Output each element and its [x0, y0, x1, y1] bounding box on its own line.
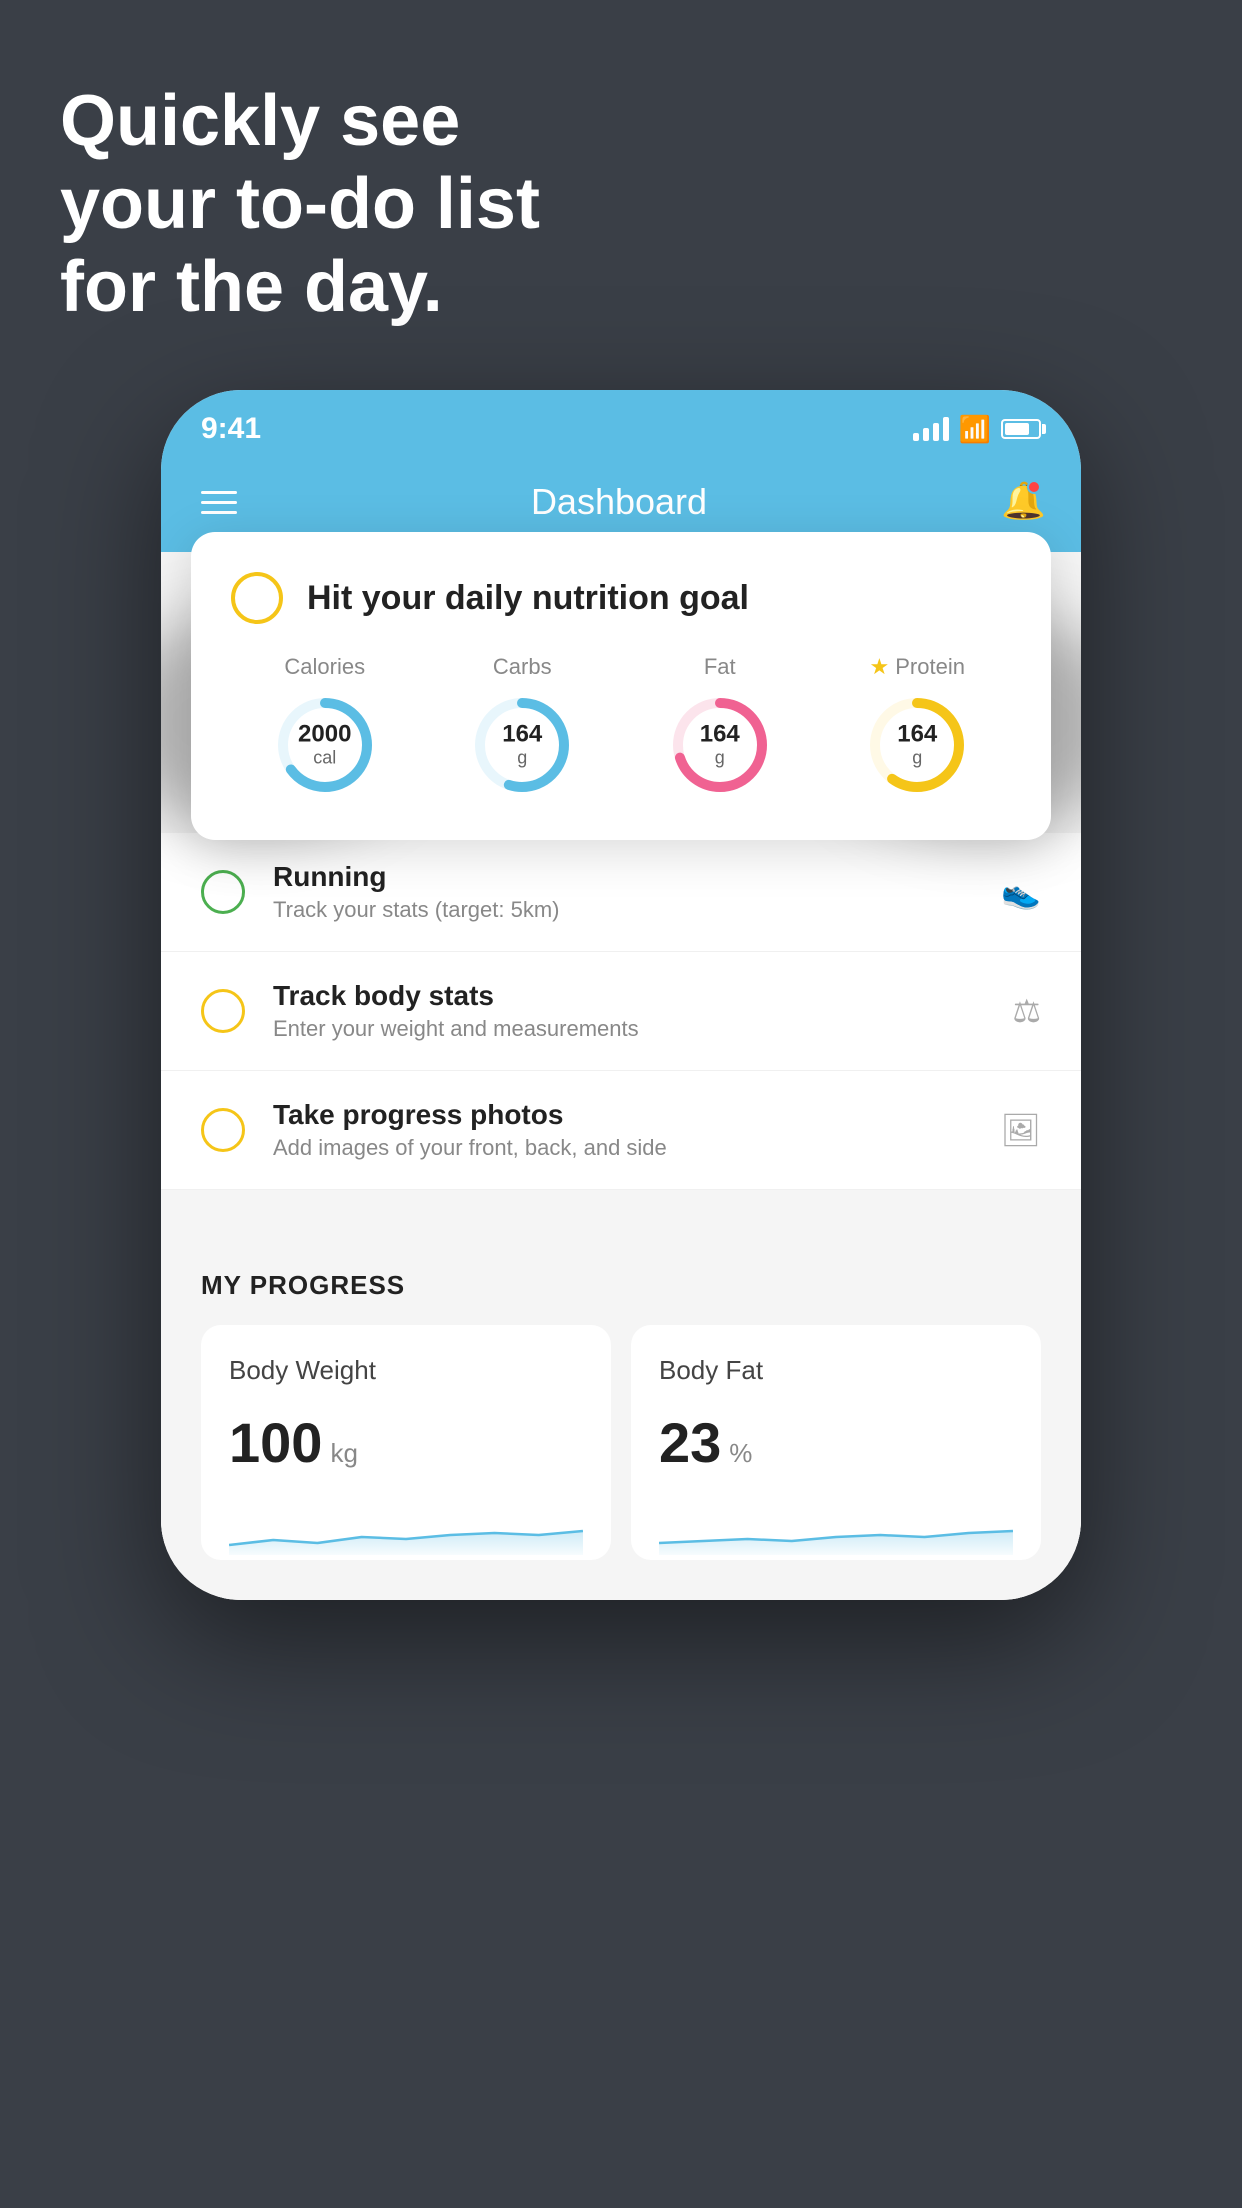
card-check-circle[interactable]: [231, 572, 283, 624]
star-icon: ★: [870, 654, 890, 680]
menu-button[interactable]: [201, 491, 237, 514]
card-header: Hit your daily nutrition goal: [231, 572, 1011, 624]
nav-title: Dashboard: [531, 481, 707, 523]
todo-subtitle-running: Track your stats (target: 5km): [273, 897, 973, 923]
todo-item-running[interactable]: Running Track your stats (target: 5km) 👟: [161, 833, 1081, 952]
hero-line1: Quickly see: [60, 80, 540, 163]
nutrition-item-carbs: Carbs 164 g: [467, 654, 577, 800]
progress-value: 23 %: [659, 1410, 1013, 1475]
nutrition-label-fat: Fat: [704, 654, 736, 680]
todo-icon-body-stats: ⚖: [1012, 992, 1041, 1030]
progress-value: 100 kg: [229, 1410, 583, 1475]
nutrition-label-carbs: Carbs: [493, 654, 552, 680]
todo-subtitle-progress-photos: Add images of your front, back, and side: [273, 1135, 972, 1161]
todo-circle-progress-photos: [201, 1108, 245, 1152]
progress-unit: %: [729, 1438, 752, 1469]
donut-center: 2000 cal: [298, 721, 351, 768]
progress-num: 100: [229, 1410, 322, 1475]
nutrition-row: Calories 2000 cal Carbs 164 g Fat 164 g …: [231, 654, 1011, 800]
hero-line3: for the day.: [60, 246, 540, 329]
nutrition-item-calories: Calories 2000 cal: [270, 654, 380, 800]
donut-carbs: 164 g: [467, 690, 577, 800]
sparkline-chart: [659, 1495, 1013, 1555]
nutrition-label-calories: Calories: [284, 654, 365, 680]
hero-line2: your to-do list: [60, 163, 540, 246]
nutrition-item-fat: Fat 164 g: [665, 654, 775, 800]
status-bar: 9:41 📶: [161, 390, 1081, 460]
sparkline-chart: [229, 1495, 583, 1555]
todo-subtitle-body-stats: Enter your weight and measurements: [273, 1016, 984, 1042]
todo-circle-running: [201, 870, 245, 914]
signal-icon: [913, 417, 949, 441]
hero-text: Quickly see your to-do list for the day.: [60, 80, 540, 328]
progress-section: MY PROGRESS Body Weight 100 kg Body Fat …: [161, 1230, 1081, 1560]
todo-text-body-stats: Track body stats Enter your weight and m…: [273, 980, 984, 1042]
wifi-icon: 📶: [959, 414, 991, 445]
todo-title-body-stats: Track body stats: [273, 980, 984, 1012]
battery-icon: [1001, 419, 1041, 439]
todo-circle-body-stats: [201, 989, 245, 1033]
progress-card-body-weight[interactable]: Body Weight 100 kg: [201, 1325, 611, 1560]
todo-title-running: Running: [273, 861, 973, 893]
todo-title-progress-photos: Take progress photos: [273, 1099, 972, 1131]
todo-icon-progress-photos: 🖼: [1000, 1111, 1041, 1149]
progress-card-body-fat[interactable]: Body Fat 23 %: [631, 1325, 1041, 1560]
phone-content: THINGS TO DO TODAY Hit your daily nutrit…: [161, 552, 1081, 1600]
donut-fat: 164 g: [665, 690, 775, 800]
notification-badge: [1027, 480, 1041, 494]
progress-cards: Body Weight 100 kg Body Fat 23 %: [201, 1325, 1041, 1560]
donut-center: 164 g: [700, 721, 740, 768]
notification-bell-button[interactable]: 🔔: [1001, 480, 1041, 524]
donut-protein: 164 g: [862, 690, 972, 800]
donut-calories: 2000 cal: [270, 690, 380, 800]
nutrition-item-protein: ★Protein 164 g: [862, 654, 972, 800]
status-time: 9:41: [201, 412, 261, 446]
todo-item-progress-photos[interactable]: Take progress photos Add images of your …: [161, 1071, 1081, 1190]
donut-center: 164 g: [897, 721, 937, 768]
card-title: Hit your daily nutrition goal: [307, 579, 749, 618]
todo-text-progress-photos: Take progress photos Add images of your …: [273, 1099, 972, 1161]
progress-card-title: Body Weight: [229, 1355, 583, 1386]
nutrition-card: Hit your daily nutrition goal Calories 2…: [191, 532, 1051, 840]
status-icons: 📶: [913, 414, 1041, 445]
progress-card-title: Body Fat: [659, 1355, 1013, 1386]
todo-text-running: Running Track your stats (target: 5km): [273, 861, 973, 923]
donut-center: 164 g: [502, 721, 542, 768]
nutrition-label-protein: ★Protein: [870, 654, 965, 680]
progress-unit: kg: [330, 1438, 357, 1469]
todo-icon-running: 👟: [1001, 873, 1041, 911]
todo-list: Running Track your stats (target: 5km) 👟…: [161, 833, 1081, 1190]
phone-frame: 9:41 📶 Dashboard 🔔 THINGS TO DO TOD: [161, 390, 1081, 1600]
progress-heading: MY PROGRESS: [201, 1270, 1041, 1301]
todo-item-body-stats[interactable]: Track body stats Enter your weight and m…: [161, 952, 1081, 1071]
progress-num: 23: [659, 1410, 721, 1475]
